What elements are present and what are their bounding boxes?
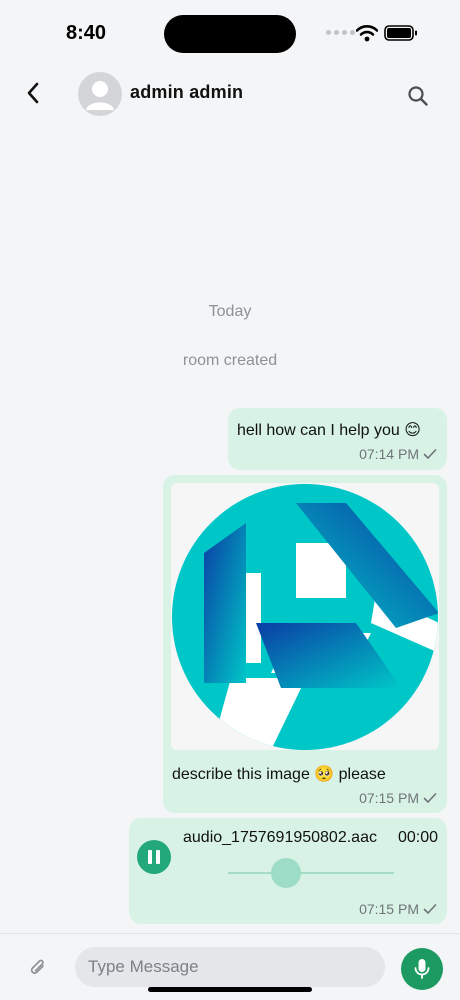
message-meta: 07:14 PM <box>359 446 437 462</box>
microphone-icon <box>414 959 430 979</box>
avatar-placeholder-icon <box>86 81 114 110</box>
status-time: 8:40 <box>66 22 107 44</box>
image-caption: describe this image 🥺 please <box>172 766 386 783</box>
dynamic-island <box>164 15 296 53</box>
outgoing-audio-message: audio_1757691950802.aac 00:00 07:15 PM <box>129 818 447 924</box>
outgoing-text-message[interactable]: hell how can I help you 😊 07:14 PM <box>228 408 447 470</box>
message-image[interactable] <box>171 483 439 750</box>
message-meta: 07:15 PM <box>359 790 437 806</box>
avatar[interactable] <box>78 72 122 116</box>
home-indicator <box>148 987 312 992</box>
status-bar: 8:40 <box>0 0 460 64</box>
audio-progress-thumb[interactable] <box>271 858 302 888</box>
system-message: room created <box>182 352 278 369</box>
message-meta: 07:15 PM <box>359 901 437 917</box>
message-time: 07:14 PM <box>359 446 419 462</box>
signal-dots-icon <box>326 30 355 35</box>
microphone-button[interactable] <box>401 948 443 990</box>
wifi-icon <box>356 25 378 42</box>
pause-icon <box>148 850 152 864</box>
check-icon <box>423 904 437 914</box>
message-time: 07:15 PM <box>359 790 419 806</box>
contact-name[interactable]: admin admin <box>130 82 243 103</box>
paperclip-icon <box>30 959 44 974</box>
search-icon <box>408 86 428 106</box>
audio-duration: 00:00 <box>397 829 438 846</box>
date-separator: Today <box>208 303 252 320</box>
check-icon <box>423 793 437 803</box>
outgoing-image-message[interactable]: describe this image 🥺 please 07:15 PM <box>163 475 447 813</box>
check-icon <box>423 449 437 459</box>
back-button[interactable] <box>18 78 48 108</box>
pause-button[interactable] <box>137 840 171 874</box>
back-arrow-icon <box>27 82 39 104</box>
message-input[interactable] <box>75 947 385 987</box>
message-time: 07:15 PM <box>359 901 419 917</box>
chat-screen: 8:40 admin admin Today room created hell… <box>0 0 460 1000</box>
hexagonal-logo-image <box>172 484 438 750</box>
attach-button[interactable] <box>24 954 52 982</box>
audio-file-name: audio_1757691950802.aac <box>183 829 377 846</box>
message-text: hell how can I help you 😊 <box>237 422 421 439</box>
search-button[interactable] <box>402 80 434 112</box>
chat-header: admin admin <box>0 64 460 126</box>
battery-icon <box>384 25 417 41</box>
audio-progress-track[interactable] <box>228 872 394 874</box>
